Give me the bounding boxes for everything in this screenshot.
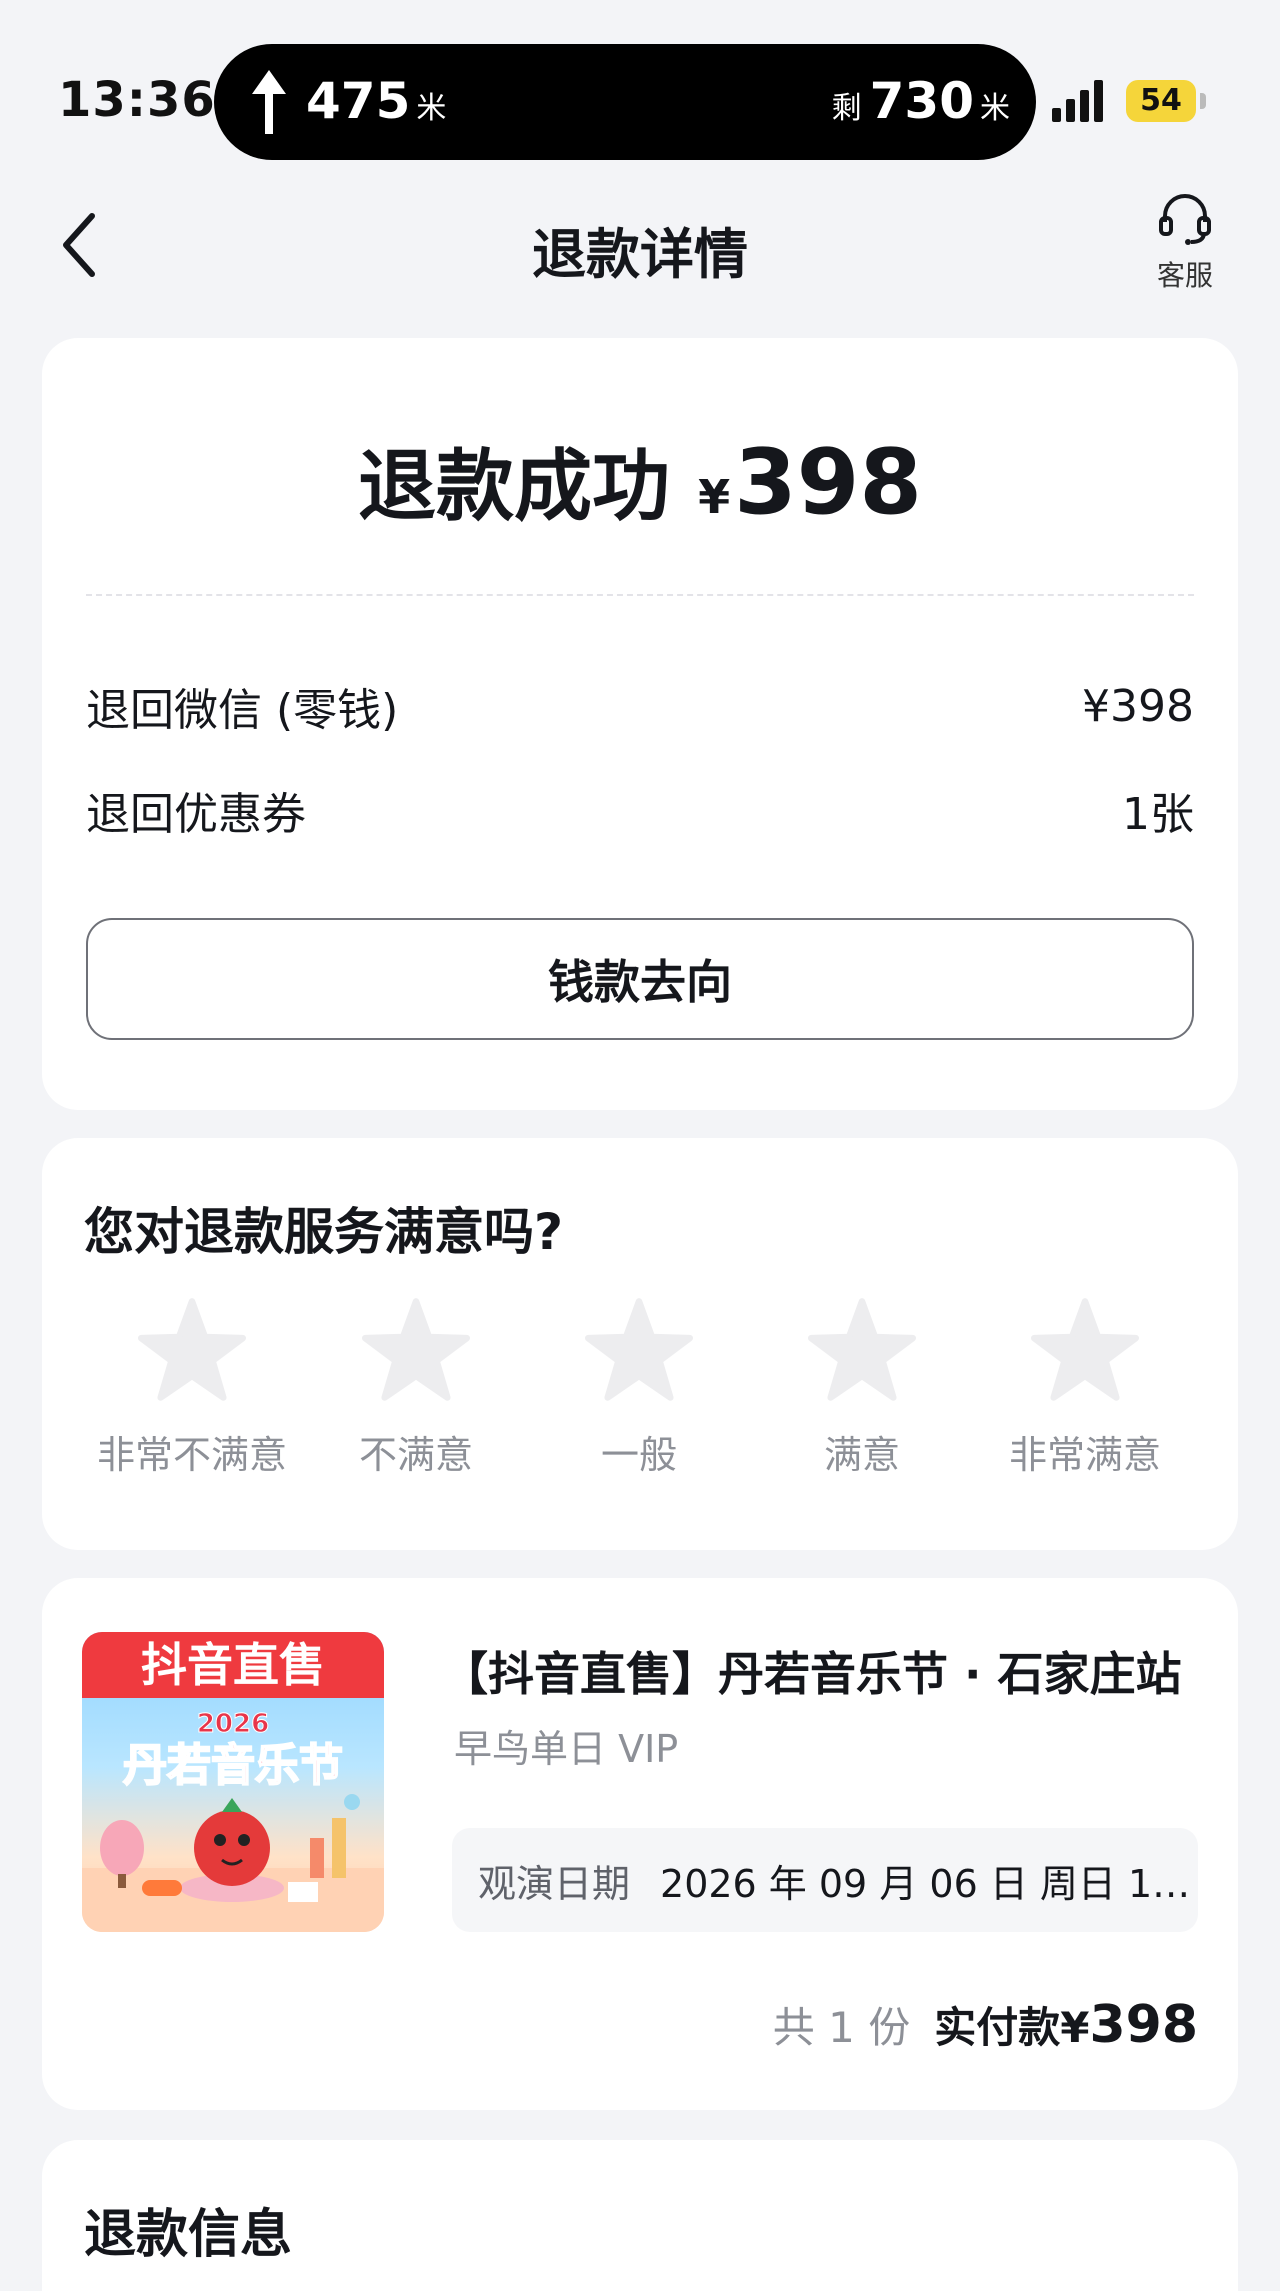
star-rating: 非常不满意 不满意 一般 满意 非常满意 bbox=[42, 1298, 1238, 1498]
arrow-up-icon bbox=[252, 70, 286, 134]
show-date-label: 观演日期 bbox=[478, 1861, 631, 1906]
dashed-divider bbox=[86, 594, 1194, 596]
order-spec: 早鸟单日 VIP bbox=[454, 1727, 679, 1771]
status-time: 13:36 bbox=[58, 72, 216, 128]
nav-remaining: 剩 730 米 bbox=[832, 72, 1010, 130]
rating-question: 您对退款服务满意吗? bbox=[84, 1203, 564, 1261]
refund-summary-card: 退款成功 ¥ 398 退回微信 (零钱) ¥398 退回优惠券 1张 钱款去向 bbox=[42, 338, 1238, 1110]
star-label: 一般 bbox=[600, 1433, 677, 1477]
customer-service-label: 客服 bbox=[1156, 259, 1213, 292]
svg-text:丹若音乐节: 丹若音乐节 bbox=[123, 1740, 343, 1791]
star-label: 不满意 bbox=[358, 1433, 473, 1477]
customer-service-button[interactable]: 客服 bbox=[1140, 190, 1230, 300]
star-icon bbox=[362, 1298, 470, 1401]
navigation-island[interactable]: 475 米 剩 730 米 bbox=[214, 44, 1036, 160]
nav-distance-value: 475 bbox=[306, 72, 411, 130]
star-label: 非常满意 bbox=[1008, 1433, 1161, 1477]
event-poster-image[interactable]: 抖音直售 2026 丹若音乐节 bbox=[82, 1632, 384, 1932]
nav-header: 退款详情 客服 bbox=[0, 170, 1280, 320]
star-label: 非常不满意 bbox=[96, 1433, 287, 1477]
svg-text:2026: 2026 bbox=[197, 1709, 269, 1739]
poster-banner: 抖音直售 bbox=[82, 1632, 384, 1698]
refund-status: 退款成功 bbox=[358, 442, 671, 532]
refund-detail-page: 13:36 475 米 剩 730 米 54 退款详情 客服 退款成功 ¥ 39… bbox=[0, 0, 1280, 2291]
poster-artwork: 2026 丹若音乐节 bbox=[82, 1709, 384, 1932]
refund-row-label: 退回微信 (零钱) bbox=[86, 685, 399, 736]
star-option-2[interactable]: 不满意 bbox=[306, 1298, 526, 1479]
nav-distance: 475 米 bbox=[306, 72, 446, 130]
star-option-1[interactable]: 非常不满意 bbox=[82, 1298, 302, 1479]
refund-row-value: 1张 bbox=[1122, 789, 1194, 840]
signal-icon bbox=[1052, 80, 1103, 122]
page-title: 退款详情 bbox=[532, 223, 748, 286]
paid-label: 实付款 bbox=[934, 2003, 1061, 2052]
nav-remaining-label: 剩 bbox=[831, 91, 862, 126]
battery-icon: 54 bbox=[1126, 80, 1196, 122]
star-label: 满意 bbox=[823, 1433, 900, 1477]
refund-headline: 退款成功 ¥ 398 bbox=[42, 424, 1238, 535]
star-icon bbox=[1031, 1298, 1139, 1401]
star-icon bbox=[138, 1298, 246, 1401]
order-card[interactable]: 抖音直售 2026 丹若音乐节 【抖音直售】丹若音乐节 · 石家庄站 早鸟单日 … bbox=[42, 1578, 1238, 2110]
paid-amount: 398 bbox=[1089, 1995, 1198, 2055]
refund-row-label: 退回优惠券 bbox=[86, 789, 306, 840]
money-flow-button[interactable]: 钱款去向 bbox=[86, 918, 1194, 1040]
paid-currency: ¥ bbox=[1060, 2003, 1090, 2052]
battery-tip bbox=[1200, 93, 1206, 109]
headset-icon bbox=[1159, 194, 1211, 245]
refund-row-coupon: 退回优惠券 1张 bbox=[86, 780, 1194, 840]
refund-row-value: ¥398 bbox=[1082, 680, 1194, 732]
show-date-value: 2026 年 09 月 06 日 周日 13:... bbox=[660, 1861, 1198, 1906]
star-option-5[interactable]: 非常满意 bbox=[975, 1298, 1195, 1479]
nav-remaining-value: 730 bbox=[869, 72, 974, 130]
refund-info-card: 退款信息 bbox=[42, 2140, 1238, 2291]
star-option-3[interactable]: 一般 bbox=[529, 1298, 749, 1479]
star-icon bbox=[585, 1298, 693, 1401]
refund-currency: ¥ bbox=[698, 470, 731, 524]
order-title: 【抖音直售】丹若音乐节 · 石家庄站 bbox=[442, 1647, 1182, 1701]
order-quantity: 共 1 份 bbox=[772, 2003, 911, 2052]
nav-remaining-unit: 米 bbox=[980, 91, 1010, 126]
refund-amount: 398 bbox=[734, 430, 922, 535]
order-total: 共 1 份 实付款 ¥ 398 bbox=[773, 1994, 1198, 2055]
rating-card: 您对退款服务满意吗? 非常不满意 不满意 一般 满意 非常满意 bbox=[42, 1138, 1238, 1550]
star-icon bbox=[808, 1298, 916, 1401]
refund-info-title: 退款信息 bbox=[84, 2205, 293, 2265]
star-option-4[interactable]: 满意 bbox=[752, 1298, 972, 1479]
show-date-box: 观演日期 2026 年 09 月 06 日 周日 13:... bbox=[452, 1828, 1198, 1932]
refund-row-wechat: 退回微信 (零钱) ¥398 bbox=[86, 676, 1194, 737]
status-bar: 13:36 475 米 剩 730 米 54 bbox=[0, 0, 1280, 170]
nav-distance-unit: 米 bbox=[416, 91, 447, 126]
